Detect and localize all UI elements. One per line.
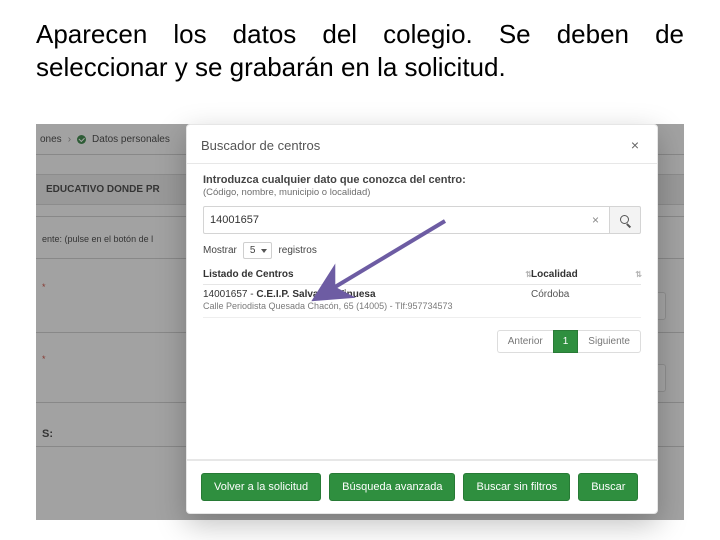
result-code: 14001657 - xyxy=(203,289,256,300)
modal-title: Buscador de centros xyxy=(201,138,320,153)
search-input[interactable]: 14001657 × xyxy=(203,206,610,234)
search-no-filters-button[interactable]: Buscar sin filtros xyxy=(463,473,570,501)
search-input-value: 14001657 xyxy=(210,214,259,226)
result-address: Calle Periodista Quesada Chacón, 65 (140… xyxy=(203,301,531,311)
modal-footer: Volver a la solicitud Búsqueda avanzada … xyxy=(187,460,657,513)
advanced-search-button[interactable]: Búsqueda avanzada xyxy=(329,473,455,501)
result-name: C.E.I.P. Salvador Vinuesa xyxy=(256,289,375,300)
pagination: Anterior 1 Siguiente xyxy=(203,330,641,353)
page-size-suffix: registros xyxy=(278,245,316,256)
column-header-list[interactable]: Listado de Centros ⇅ xyxy=(203,269,531,280)
screenshot-frame: ones › Datos personales EDUCATIVO DONDE … xyxy=(36,124,684,520)
clear-icon[interactable]: × xyxy=(588,213,603,227)
close-icon[interactable]: × xyxy=(627,135,643,155)
result-title: 14001657 - C.E.I.P. Salvador Vinuesa xyxy=(203,289,531,300)
column-header-locality[interactable]: Localidad ⇅ xyxy=(531,269,641,280)
modal-header: Buscador de centros × xyxy=(187,125,657,163)
search-field-sublabel: (Código, nombre, municipio o localidad) xyxy=(203,187,641,198)
sort-icon: ⇅ xyxy=(635,270,641,279)
search-button-icon[interactable] xyxy=(610,206,641,234)
slide-caption: Aparecen los datos del colegio. Se deben… xyxy=(36,18,684,83)
search-field-label: Introduzca cualquier dato que conozca de… xyxy=(203,174,641,186)
page-size-select[interactable]: 5 xyxy=(243,242,273,259)
pager-prev-button[interactable]: Anterior xyxy=(497,330,553,353)
search-centers-modal: Buscador de centros × Introduzca cualqui… xyxy=(186,124,658,514)
result-locality: Córdoba xyxy=(531,289,641,311)
modal-body: Introduzca cualquier dato que conozca de… xyxy=(187,164,657,459)
page-size-row: Mostrar 5 registros xyxy=(203,242,641,259)
page-size-prefix: Mostrar xyxy=(203,245,237,256)
pager-current-page[interactable]: 1 xyxy=(553,330,579,353)
search-input-row: 14001657 × xyxy=(203,206,641,234)
search-icon xyxy=(620,215,631,226)
search-button[interactable]: Buscar xyxy=(578,473,638,501)
pager-next-button[interactable]: Siguiente xyxy=(578,330,641,353)
result-row[interactable]: 14001657 - C.E.I.P. Salvador Vinuesa Cal… xyxy=(203,285,641,318)
results-header-row: Listado de Centros ⇅ Localidad ⇅ xyxy=(203,269,641,285)
back-to-request-button[interactable]: Volver a la solicitud xyxy=(201,473,321,501)
